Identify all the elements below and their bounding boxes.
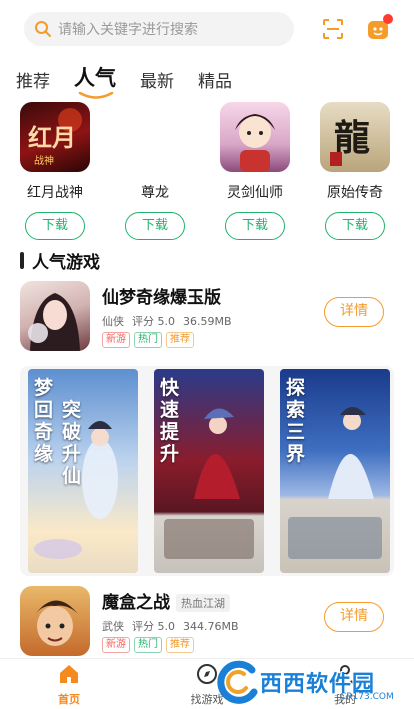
download-button[interactable]: 下载	[25, 212, 85, 240]
game-title: 魔盒之战 热血江湖	[102, 588, 230, 613]
game-icon	[220, 102, 290, 172]
screenshot-gallery[interactable]: 梦回奇缘 突破升仙 快速提升 探索三界	[20, 366, 394, 576]
download-button[interactable]: 下载	[125, 212, 185, 240]
svg-text:红月: 红月	[28, 124, 76, 152]
detail-button[interactable]: 详情	[324, 602, 384, 632]
game-title-text: 仙梦奇缘爆玉版	[102, 288, 221, 308]
section-marker	[20, 252, 24, 269]
screenshot-2[interactable]: 快速提升	[154, 369, 264, 573]
screenshot-3[interactable]: 探索三界	[280, 369, 390, 573]
game-meta: 仙侠 评分 5.0 36.59MB	[102, 313, 240, 329]
tag-hot: 热门	[134, 637, 162, 653]
game-name: 红月战神	[27, 185, 83, 201]
game-size: 36.59MB	[183, 315, 232, 328]
search-icon	[35, 21, 51, 37]
search-bar[interactable]: 请输入关键字进行搜索	[24, 12, 294, 46]
tab-recommend[interactable]: 推荐	[16, 67, 50, 92]
game-title-text: 魔盒之战	[102, 593, 170, 613]
top-game-item[interactable]: 龍 原始传奇 下载	[305, 102, 405, 240]
tag-new: 新游	[102, 637, 130, 653]
tab-popular-label: 人气	[74, 66, 116, 90]
tab-newest[interactable]: 最新	[140, 67, 174, 92]
tag-hot: 热门	[134, 332, 162, 348]
game-name: 原始传奇	[327, 185, 383, 201]
watermark-logo-icon	[217, 660, 258, 704]
game-tags: 新游 热门 推荐	[102, 332, 198, 348]
game-name: 尊龙	[141, 185, 169, 201]
game-rating: 评分 5.0	[132, 315, 175, 328]
game-tags: 新游 热门 推荐	[102, 637, 198, 653]
game-icon: 红月战神	[20, 102, 90, 172]
game-rating: 评分 5.0	[132, 620, 175, 633]
detail-button[interactable]: 详情	[324, 297, 384, 327]
screenshot-1[interactable]: 梦回奇缘 突破升仙	[28, 369, 138, 573]
nav-home[interactable]: 首页	[34, 663, 104, 707]
download-button[interactable]: 下载	[325, 212, 385, 240]
screenshot-caption: 梦回奇缘	[34, 377, 54, 465]
screenshot-caption: 快速提升	[160, 377, 180, 465]
top-games-row: 红月 战神 红月战神 下载 尊龙 下载 灵剑仙师 下载 龍 原始传奇 下载	[0, 102, 414, 240]
tag-new: 新游	[102, 332, 130, 348]
search-input[interactable]: 请输入关键字进行搜索	[58, 19, 198, 39]
game-icon	[20, 281, 90, 351]
tag-recommend: 推荐	[166, 637, 194, 653]
top-game-item[interactable]: 灵剑仙师 下载	[205, 102, 305, 240]
game-icon	[120, 102, 190, 172]
tab-premium[interactable]: 精品	[198, 67, 232, 92]
game-name: 灵剑仙师	[227, 185, 283, 201]
top-game-item[interactable]: 尊龙 下载	[105, 102, 205, 240]
tag-recommend: 推荐	[166, 332, 194, 348]
watermark: 西西软件园 CR173.COM	[214, 660, 414, 706]
screenshot-caption: 探索三界	[286, 377, 306, 465]
home-icon	[60, 665, 78, 683]
tab-popular[interactable]: 人气	[74, 62, 116, 99]
section-title: 人气游戏	[32, 253, 100, 273]
game-genre: 仙侠	[102, 315, 124, 328]
notification-dot	[383, 14, 393, 24]
game-genre: 武侠	[102, 620, 124, 633]
download-button[interactable]: 下载	[225, 212, 285, 240]
screenshot-caption: 突破升仙	[62, 399, 82, 487]
section-header: 人气游戏	[20, 248, 100, 273]
game-icon	[20, 586, 90, 656]
game-list-item[interactable]: 仙梦奇缘爆玉版 仙侠 评分 5.0 36.59MB 新游 热门 推荐 详情	[20, 281, 396, 353]
game-meta: 武侠 评分 5.0 344.76MB	[102, 618, 247, 634]
game-icon: 龍	[320, 102, 390, 172]
game-list-item[interactable]: 魔盒之战 热血江湖 武侠 评分 5.0 344.76MB 新游 热门 推荐 详情	[20, 586, 396, 658]
active-tab-indicator	[78, 92, 114, 99]
game-title: 仙梦奇缘爆玉版	[102, 283, 221, 308]
top-game-item[interactable]: 红月 战神 红月战神 下载	[5, 102, 105, 240]
game-category-tag: 热血江湖	[176, 594, 230, 612]
message-button[interactable]	[366, 14, 393, 41]
watermark-subtext: CR173.COM	[340, 692, 394, 702]
scan-icon[interactable]	[322, 18, 344, 40]
svg-text:战神: 战神	[34, 154, 54, 167]
nav-home-label: 首页	[58, 693, 80, 706]
game-size: 344.76MB	[183, 620, 239, 633]
category-tabs: 推荐 人气 最新 精品	[16, 56, 256, 99]
